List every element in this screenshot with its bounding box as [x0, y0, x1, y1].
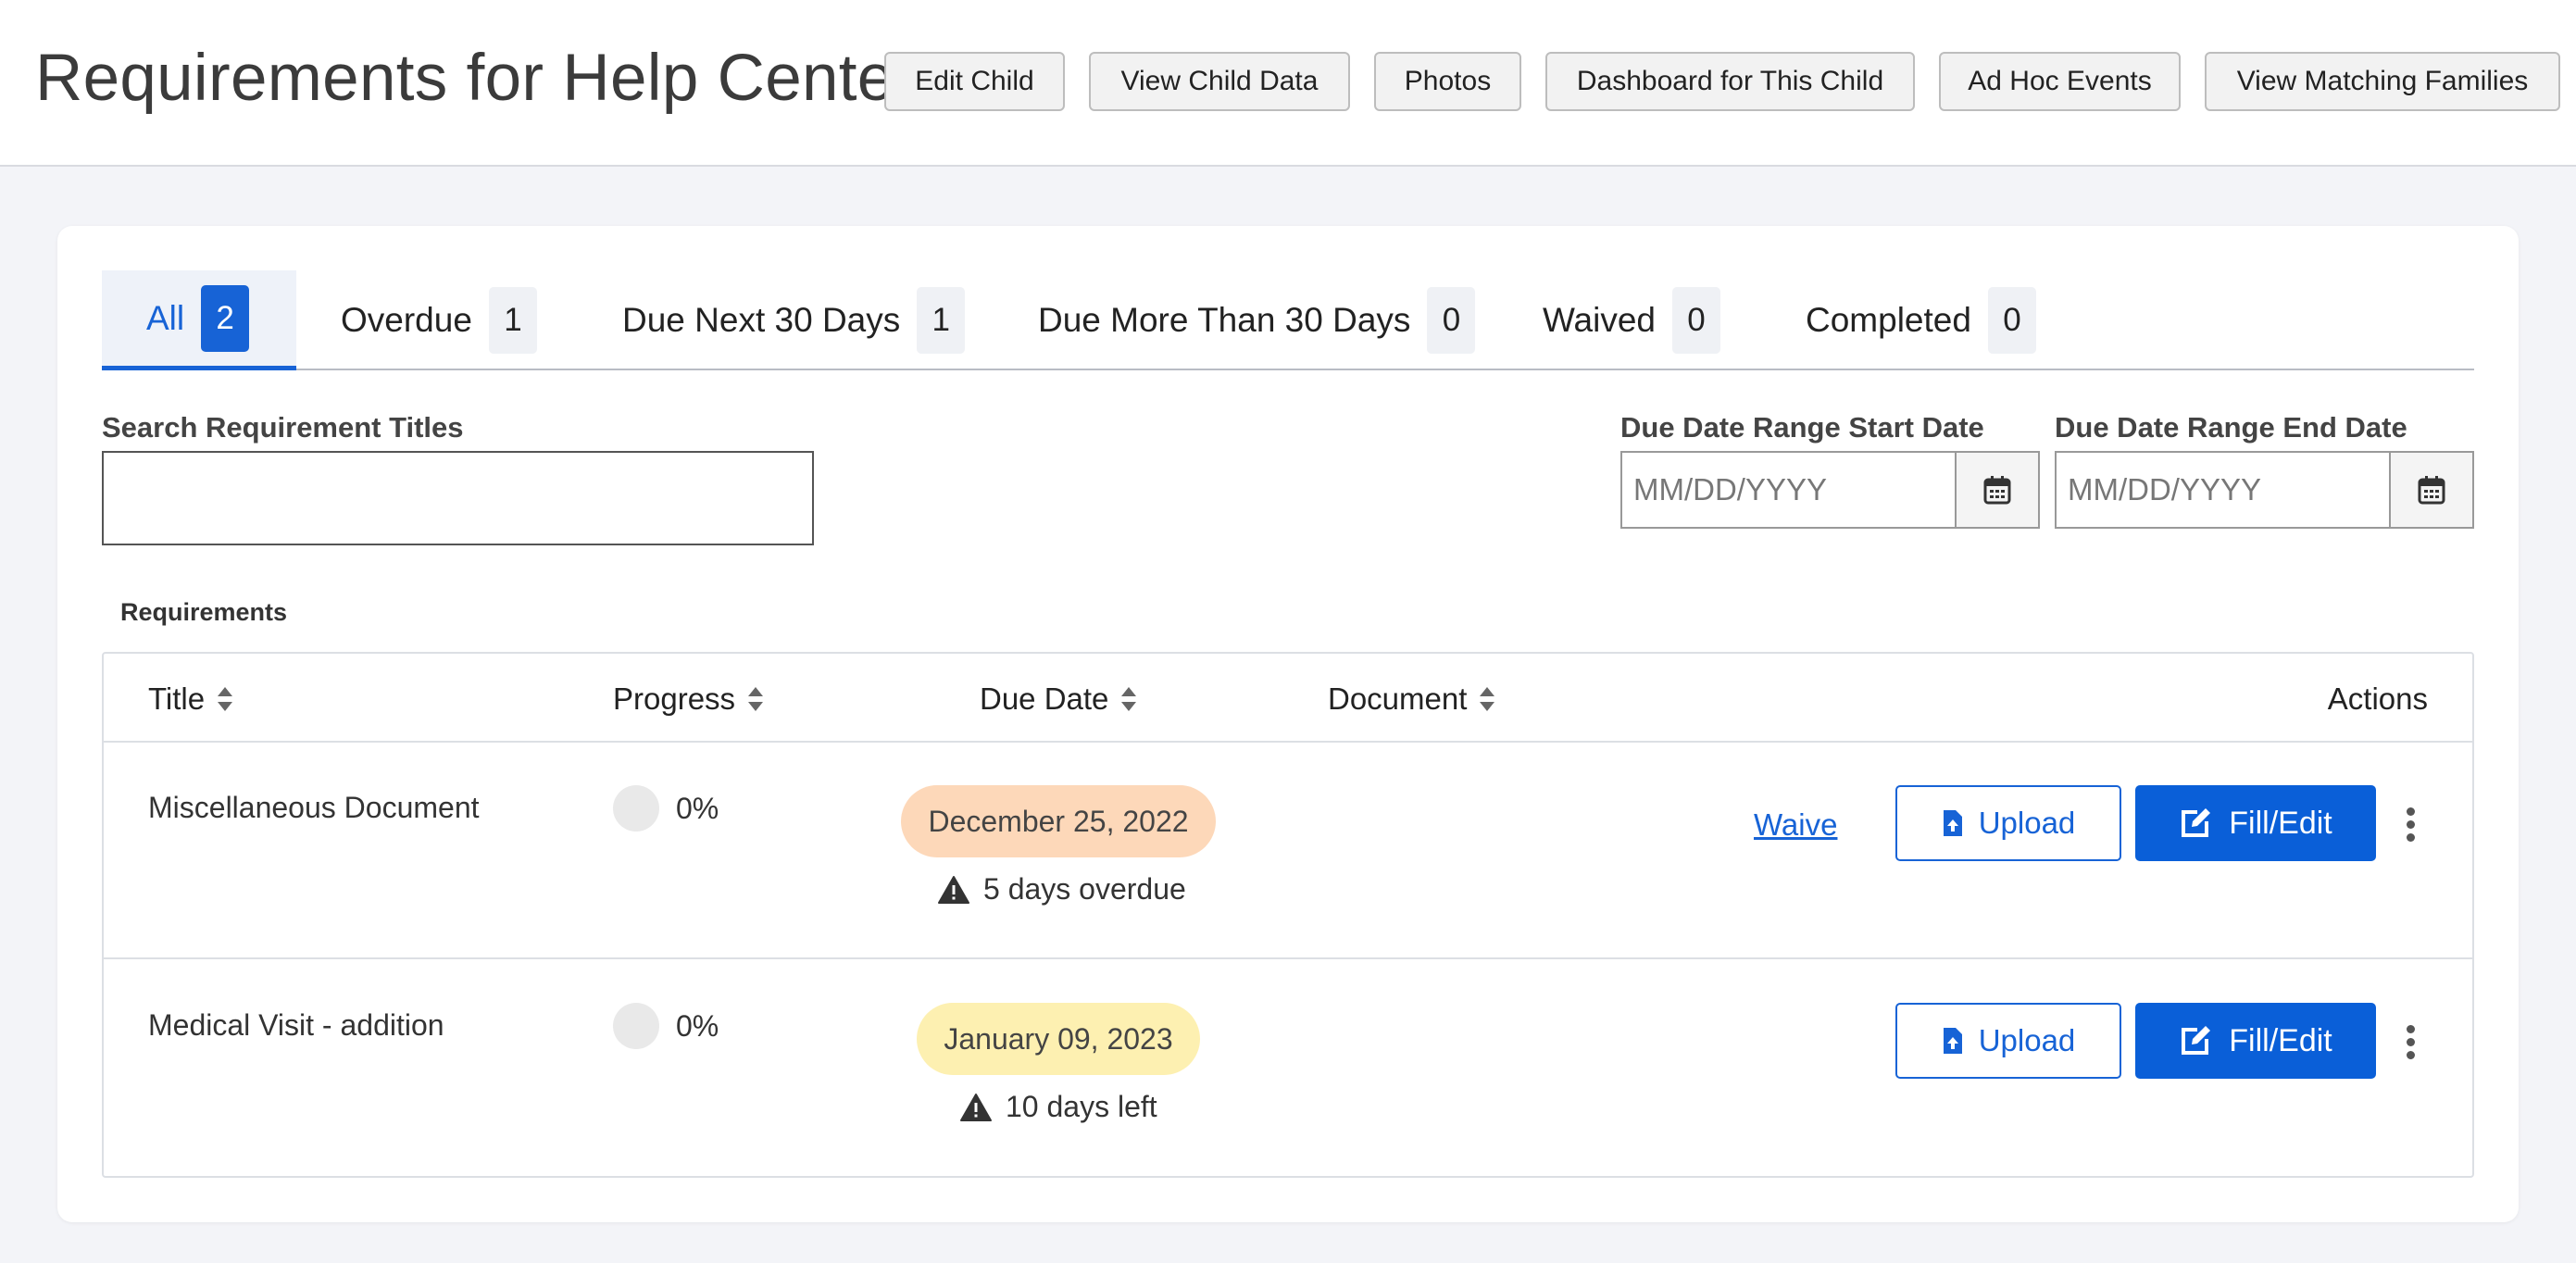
edit-child-button[interactable]: Edit Child — [884, 52, 1065, 111]
requirements-section-label: Requirements — [120, 598, 288, 626]
due-date-badge: December 25, 2022 — [901, 785, 1216, 857]
dashboard-for-this-child-button[interactable]: Dashboard for This Child — [1545, 52, 1915, 111]
column-header-label: Title — [148, 682, 206, 716]
warning-icon — [938, 875, 969, 904]
due-date-badge: January 09, 2023 — [917, 1003, 1200, 1075]
edit-icon — [2182, 1026, 2211, 1055]
file-upload-icon — [1943, 1028, 1962, 1054]
tab-count-badge: 2 — [201, 284, 250, 352]
upload-button[interactable]: Upload — [1895, 785, 2121, 861]
tab-label: Overdue — [341, 301, 472, 339]
calendar-icon — [2418, 476, 2445, 505]
tab-count-badge: 0 — [1672, 287, 1721, 354]
view-matching-families-button[interactable]: View Matching Families — [2205, 52, 2560, 111]
start-date-field — [1620, 451, 2040, 529]
progress-percent: 0% — [676, 1008, 719, 1043]
column-header-label: Due Date — [980, 682, 1109, 716]
tab-label: Due More Than 30 Days — [1038, 301, 1411, 339]
kebab-menu-icon[interactable] — [2396, 1014, 2424, 1069]
tab-due-more-than-30-days[interactable]: Due More Than 30 Days 0 — [1038, 270, 1476, 370]
row-divider — [104, 957, 2472, 959]
requirements-table: Title Progress Due Date Document Actions… — [102, 652, 2474, 1178]
sort-icon — [748, 686, 764, 712]
ad-hoc-events-button[interactable]: Ad Hoc Events — [1939, 52, 2181, 111]
due-status-note: 10 days left — [959, 1090, 1157, 1124]
column-header-label: Actions — [2327, 682, 2428, 716]
sort-icon — [1480, 686, 1495, 712]
tab-count-badge: 0 — [1427, 287, 1476, 354]
start-date-label: Due Date Range Start Date — [1620, 411, 1984, 444]
tab-waived[interactable]: Waived 0 — [1543, 270, 1721, 370]
row-divider — [104, 741, 2472, 743]
tab-overdue[interactable]: Overdue 1 — [341, 270, 537, 370]
column-header-progress[interactable]: Progress — [613, 682, 764, 717]
progress-percent: 0% — [676, 791, 719, 825]
view-child-data-button[interactable]: View Child Data — [1089, 52, 1350, 111]
tab-all[interactable]: All 2 — [102, 270, 296, 370]
sort-icon — [218, 686, 233, 712]
tab-label: Completed — [1806, 301, 1971, 339]
end-date-calendar-button[interactable] — [2389, 453, 2472, 527]
tab-count-badge: 1 — [488, 287, 537, 354]
tab-label: All — [146, 298, 185, 337]
due-status-text: 10 days left — [1006, 1090, 1157, 1123]
fill-edit-button[interactable]: Fill/Edit — [2135, 785, 2376, 861]
waive-link[interactable]: Waive — [1754, 807, 1837, 843]
column-header-due-date[interactable]: Due Date — [980, 682, 1137, 717]
progress-cell: 0% — [613, 1003, 719, 1049]
tab-completed[interactable]: Completed 0 — [1806, 270, 2036, 370]
progress-ring — [613, 785, 659, 832]
calendar-icon — [1983, 476, 2011, 505]
requirement-title: Miscellaneous Document — [148, 791, 480, 824]
sort-icon — [1121, 686, 1137, 712]
upload-button[interactable]: Upload — [1895, 1003, 2121, 1079]
column-header-label: Progress — [613, 682, 736, 716]
kebab-menu-icon[interactable] — [2396, 796, 2424, 852]
page-header: Requirements for Help Center Edit Child … — [0, 0, 2576, 167]
fill-edit-label: Fill/Edit — [2229, 1022, 2332, 1058]
file-upload-icon — [1943, 810, 1962, 836]
end-date-input[interactable] — [2057, 453, 2389, 527]
tab-count-badge: 1 — [917, 287, 966, 354]
tab-due-next-30-days[interactable]: Due Next 30 Days 1 — [622, 270, 966, 370]
tab-label: Due Next 30 Days — [622, 301, 901, 339]
upload-label: Upload — [1978, 1023, 2076, 1057]
search-label: Search Requirement Titles — [102, 411, 464, 444]
warning-icon — [960, 1093, 992, 1121]
photos-button[interactable]: Photos — [1374, 52, 1521, 111]
column-header-actions: Actions — [2328, 682, 2428, 717]
due-status-note: 5 days overdue — [937, 872, 1186, 907]
fill-edit-button[interactable]: Fill/Edit — [2135, 1003, 2376, 1079]
page-title: Requirements for Help Center — [35, 42, 917, 115]
upload-label: Upload — [1978, 806, 2076, 840]
end-date-label: Due Date Range End Date — [2055, 411, 2407, 444]
start-date-calendar-button[interactable] — [1955, 453, 2038, 527]
column-header-label: Document — [1328, 682, 1468, 716]
requirement-title: Medical Visit - addition — [148, 1008, 444, 1042]
tab-label: Waived — [1543, 301, 1657, 339]
column-header-title[interactable]: Title — [148, 682, 233, 717]
edit-icon — [2182, 808, 2211, 837]
tab-count-badge: 0 — [1987, 287, 2036, 354]
search-input[interactable] — [102, 451, 814, 545]
end-date-field — [2055, 451, 2474, 529]
progress-ring — [613, 1003, 659, 1049]
start-date-input[interactable] — [1622, 453, 1955, 527]
progress-cell: 0% — [613, 785, 719, 832]
fill-edit-label: Fill/Edit — [2229, 805, 2332, 841]
due-status-text: 5 days overdue — [983, 872, 1186, 906]
column-header-document[interactable]: Document — [1328, 682, 1495, 717]
